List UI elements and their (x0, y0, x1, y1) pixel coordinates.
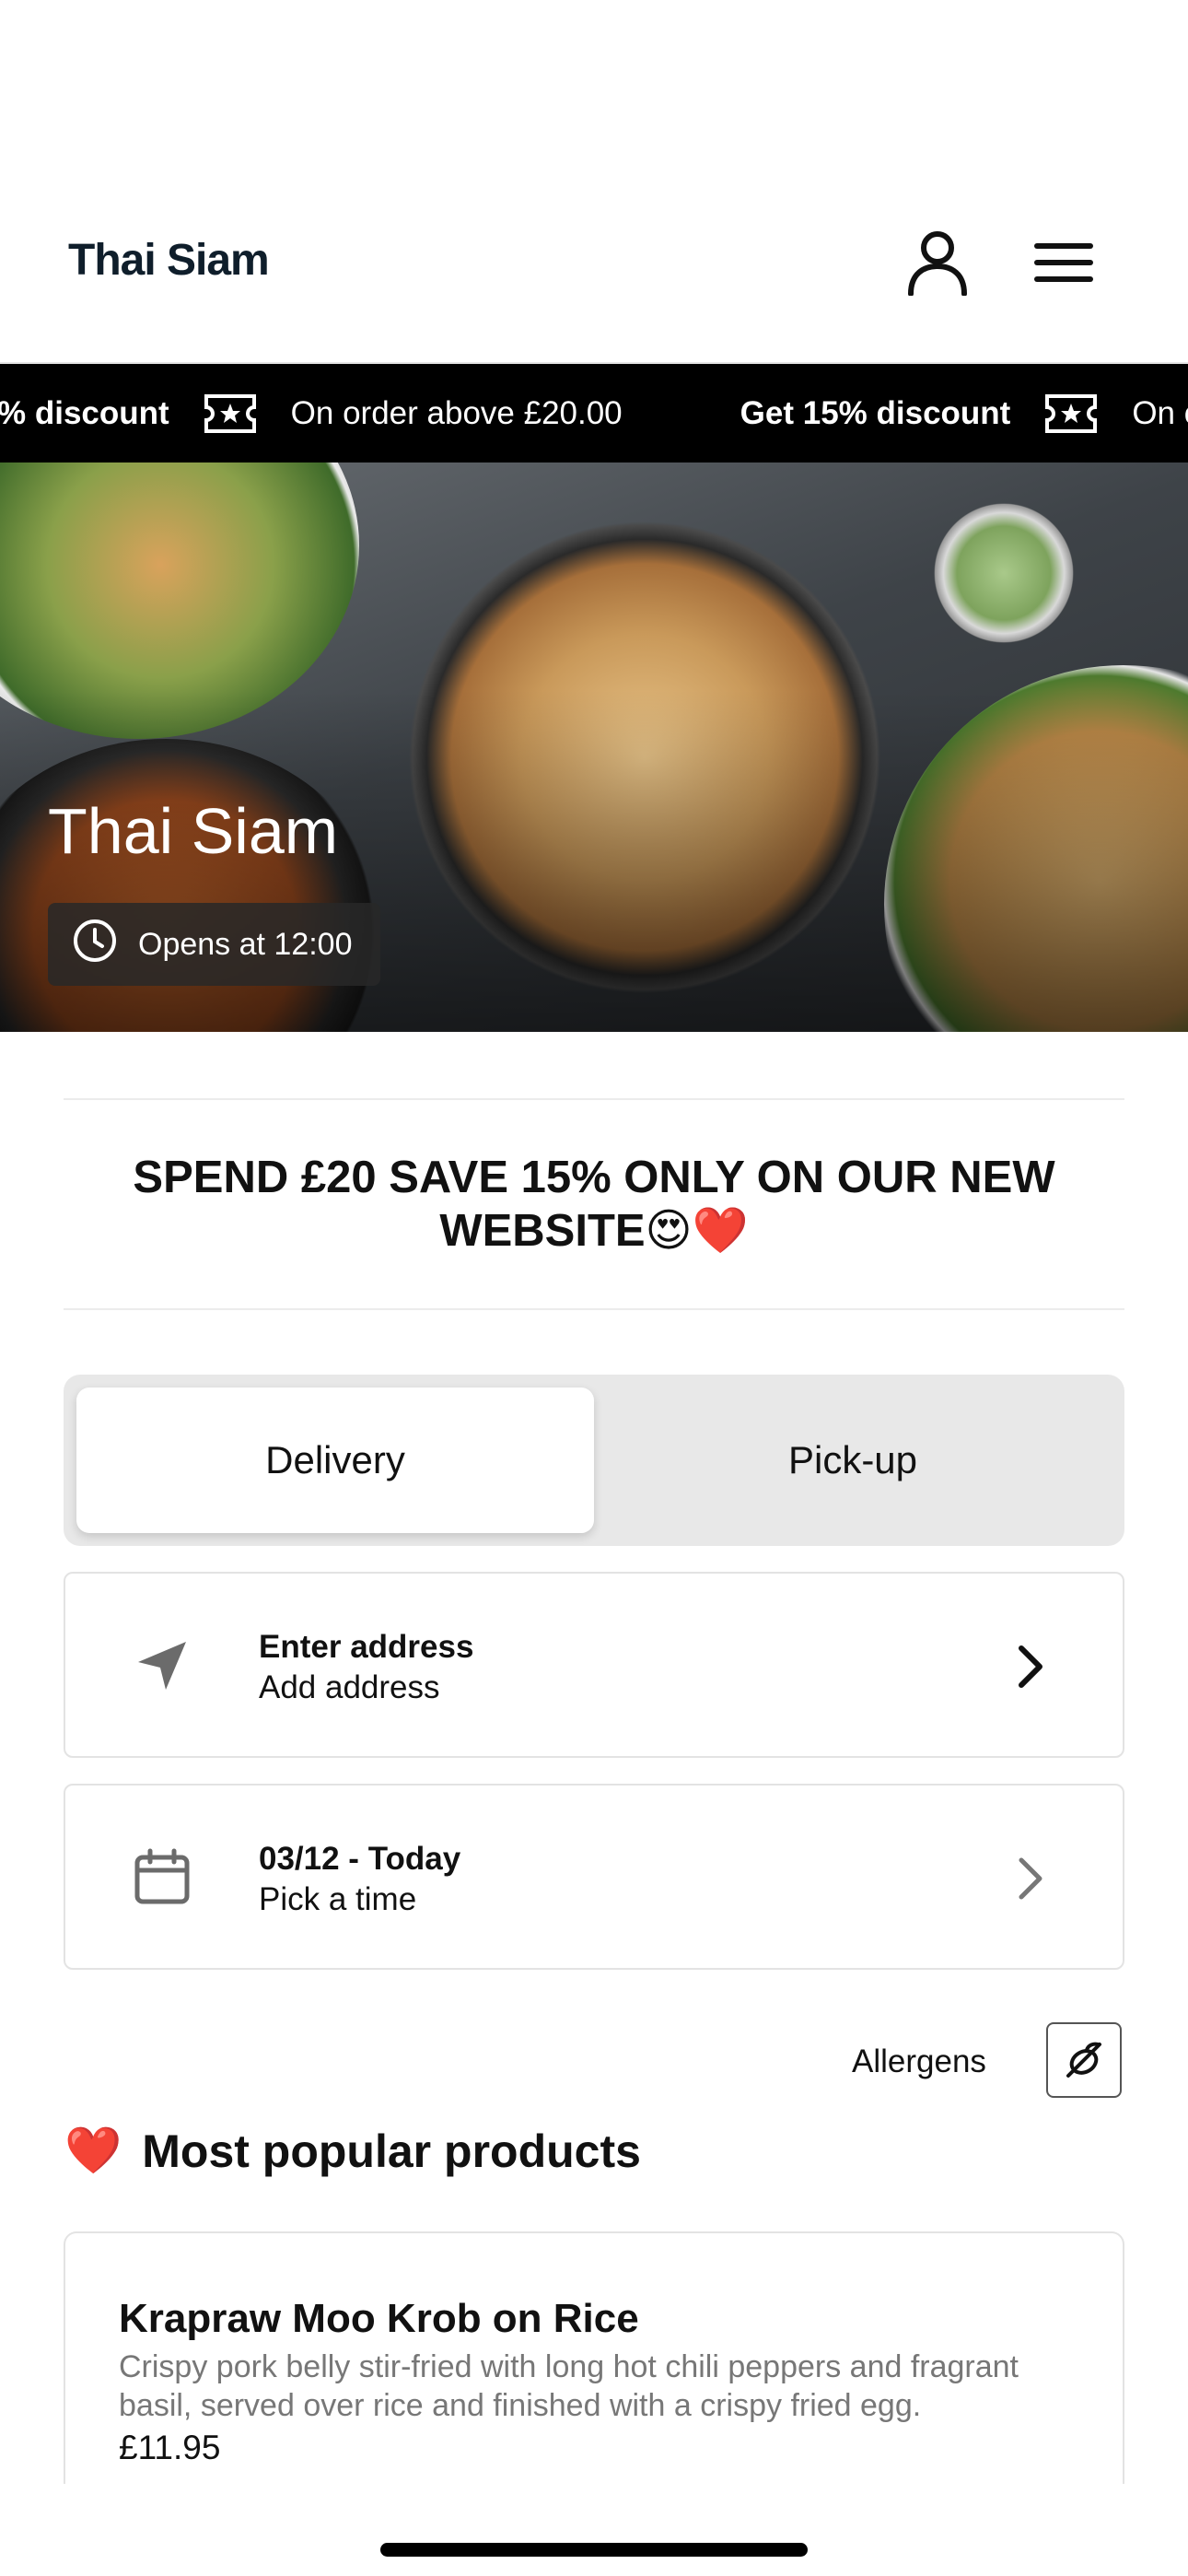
hero-banner: Thai Siam Opens at 12:00 (0, 463, 1188, 1032)
ticker-condition-text: On order above £20.00 (290, 394, 623, 431)
home-indicator[interactable] (380, 2543, 808, 2557)
promo-banner: SPEND £20 SAVE 15% ONLY ON OUR NEW WEBSI… (64, 1098, 1124, 1310)
pickup-tab[interactable]: Pick-up (594, 1388, 1112, 1533)
time-selector[interactable]: 03/12 - Today Pick a time (64, 1784, 1124, 1970)
time-subtitle: Pick a time (259, 1881, 417, 1917)
order-mode-toggle: Delivery Pick-up (64, 1375, 1124, 1546)
product-card[interactable]: Krapraw Moo Krob on Rice Crispy pork bel… (64, 2231, 1124, 2526)
opening-hours-badge: Opens at 12:00 (48, 903, 380, 986)
ticket-icon (203, 392, 258, 435)
chevron-right-icon (1019, 1645, 1042, 1688)
ticker-discount-text: Get 15% discount (740, 394, 1011, 431)
restaurant-title: Thai Siam (48, 795, 339, 867)
product-name: Krapraw Moo Krob on Rice (119, 2296, 639, 2341)
location-arrow-icon (130, 1633, 194, 1698)
opening-hours-text: Opens at 12:00 (138, 926, 353, 962)
ticket-icon (1043, 392, 1099, 435)
clock-icon (72, 918, 118, 972)
promo-text: SPEND £20 SAVE 15% ONLY ON OUR NEW WEBSI… (133, 1153, 1055, 1256)
calendar-icon (130, 1845, 194, 1910)
address-subtitle: Add address (259, 1669, 440, 1705)
discount-ticker: Get 15% discount On order above £20.00 G… (0, 364, 1188, 463)
product-description: Crispy pork belly stir-fried with long h… (119, 2349, 1019, 2423)
address-title: Enter address (259, 1629, 474, 1665)
ticker-discount-text: Get 15% discount (0, 394, 169, 431)
chevron-right-icon (1019, 1857, 1042, 1900)
brand-logo[interactable]: Thai Siam (68, 235, 270, 286)
popular-products-title: Most popular products (142, 2125, 641, 2177)
date-title: 03/12 - Today (259, 1841, 461, 1877)
address-selector[interactable]: Enter address Add address (64, 1572, 1124, 1758)
product-price: £11.95 (119, 2429, 221, 2466)
allergens-label: Allergens (852, 2043, 986, 2079)
user-icon[interactable] (901, 221, 974, 304)
ticker-condition-text: On order above £20.00 (1132, 394, 1188, 431)
bottom-safe-area (0, 2484, 1188, 2576)
hamburger-menu-icon[interactable] (1027, 221, 1101, 304)
popular-products-heading: ❤️ Most popular products (64, 2124, 641, 2178)
delivery-tab[interactable]: Delivery (76, 1388, 594, 1533)
heart-emoji: ❤️ (64, 2125, 122, 2176)
allergen-filter-button[interactable] (1046, 2022, 1122, 2098)
allergen-filter-icon (1066, 2042, 1101, 2078)
site-header: Thai Siam (0, 0, 1188, 364)
ticker-track: Get 15% discount On order above £20.00 G… (0, 364, 1188, 463)
